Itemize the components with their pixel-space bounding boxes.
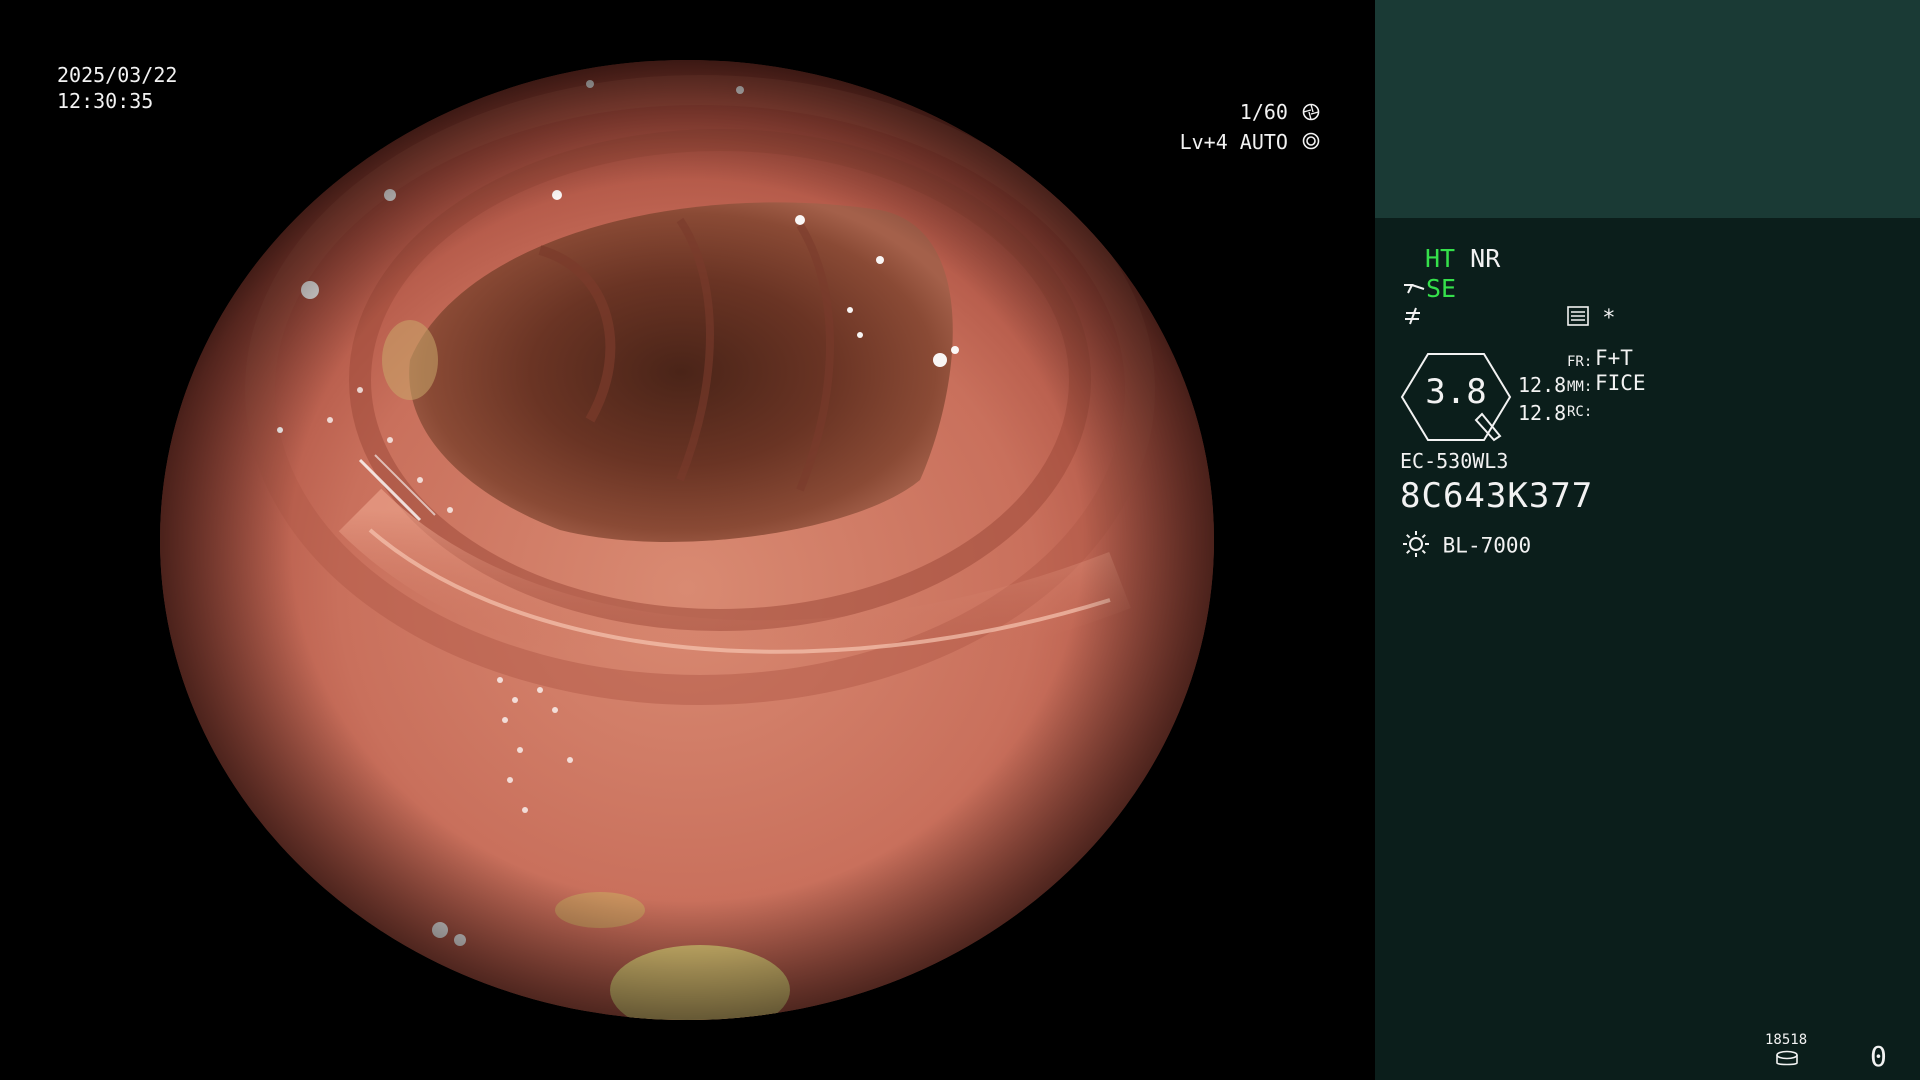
status-panel: HT NR SE * 3.8 12.8 12.8 FR: MM: RC: F+T… [1375,0,1920,1080]
mode-row-menu: * [1565,306,1616,332]
scope-serial: 8C643K377 [1400,476,1594,516]
mode-nr: NR [1470,244,1501,273]
star-indicator: * [1602,306,1616,331]
level-text: Lv+4 AUTO [1179,129,1288,154]
record-count: 0 [1870,1040,1887,1073]
target-ring-icon [1302,129,1320,157]
image-counter: 18518 [1765,1032,1808,1048]
mode-row-edge [1400,304,1424,333]
level-row: Lv+4 AUTO [1180,128,1320,158]
aperture-icon [1302,100,1320,128]
edge-icon [1402,305,1424,333]
param-label-fr: FR: [1567,354,1593,370]
list-icon [1567,306,1589,332]
mode-ht: HT [1425,244,1456,273]
param-label-rc: RC: [1567,404,1593,420]
database-icon [1776,1050,1798,1066]
sun-icon [1402,530,1430,563]
mode-row-ht-nr: HT NR [1425,244,1500,273]
colon-lumen-image [160,60,1214,1020]
param-labels: FR: MM: RC: [1567,350,1592,425]
mode-se: SE [1426,274,1457,303]
param-label-mm: MM: [1567,379,1593,395]
shutter-text: 1/60 [1239,100,1288,124]
gauge-value: 3.8 [1425,372,1487,412]
structure-enhance-icon [1402,276,1426,305]
param-mode-fr: F+T [1595,346,1633,370]
datetime-overlay: 2025/03/22 12:30:35 [57,62,177,114]
param-value-2: 12.8 [1518,401,1567,425]
param-values: 12.8 12.8 [1518,371,1566,427]
param-mode-mm: FICE [1595,371,1646,395]
date-text: 2025/03/22 [57,63,178,87]
light-source-row: BL-7000 [1400,530,1531,563]
shutter-row: 1/60 [1180,98,1320,128]
exposure-overlay: 1/60 Lv+4 AUTO [1180,98,1320,157]
mode-row-se: SE [1400,274,1456,305]
param-value-1: 12.8 [1518,373,1567,397]
panel-top-band [1375,0,1920,218]
light-source-text: BL-7000 [1442,533,1532,558]
param-modes: F+T FICE [1595,346,1646,396]
scope-model: EC-530WL3 [1400,449,1509,473]
time-text: 12:30:35 [57,89,154,113]
endoscopic-view [160,60,1214,1020]
